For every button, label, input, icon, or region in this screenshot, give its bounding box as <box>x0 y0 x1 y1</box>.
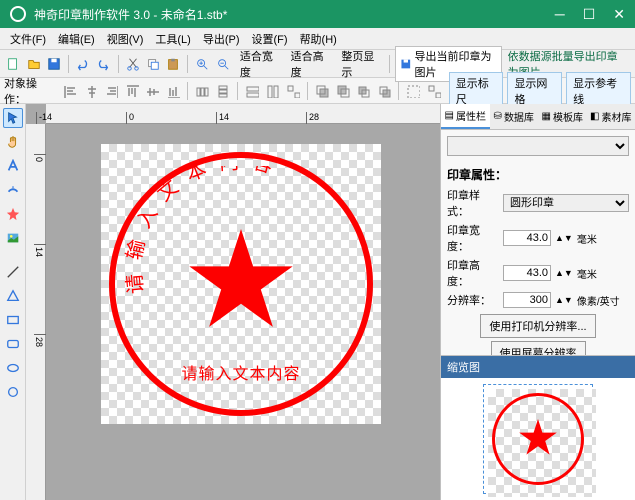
redo-button[interactable] <box>94 53 112 75</box>
rounded-rect-tool[interactable] <box>3 334 23 354</box>
cut-button[interactable] <box>123 53 141 75</box>
style-label: 印章样式： <box>447 187 499 219</box>
pointer-tool[interactable] <box>3 108 23 128</box>
maximize-button[interactable]: ☐ <box>583 6 596 23</box>
new-button[interactable] <box>4 53 22 75</box>
ungroup-icon[interactable] <box>424 81 442 101</box>
window-title: 神奇印章制作软件 3.0 - 未命名1.stb* <box>34 6 555 23</box>
align-bottom-icon[interactable] <box>163 81 181 101</box>
save-button[interactable] <box>45 53 63 75</box>
group-icon[interactable] <box>404 81 422 101</box>
bring-forward-icon[interactable] <box>354 81 372 101</box>
width-label: 印章宽度： <box>447 222 499 254</box>
line-tool[interactable] <box>3 262 23 282</box>
fit-page-button[interactable]: 整页显示 <box>335 46 384 82</box>
zoom-out-button[interactable] <box>214 53 232 75</box>
distribute-h-icon[interactable] <box>193 81 211 101</box>
printer-dpi-button[interactable]: 使用打印机分辨率... <box>480 314 595 338</box>
send-back-icon[interactable] <box>333 81 351 101</box>
menu-file[interactable]: 文件(F) <box>4 29 52 49</box>
seal-canvas[interactable]: 请输入文本内容 请输入文本内容 <box>101 144 381 424</box>
height-input[interactable] <box>503 265 551 281</box>
seal-bottom-text[interactable]: 请输入文本内容 <box>109 360 373 384</box>
side-toolbar: A <box>0 104 26 500</box>
triangle-tool[interactable] <box>3 286 23 306</box>
menu-view[interactable]: 视图(V) <box>101 29 150 49</box>
image-tool[interactable] <box>3 228 23 248</box>
tab-materials[interactable]: ◧ 素材库 <box>587 104 635 129</box>
svg-text:A: A <box>11 186 15 192</box>
ruler-horizontal: -14 0 14 28 <box>46 104 440 124</box>
arc-text-tool[interactable]: A <box>3 180 23 200</box>
dpi-input[interactable] <box>503 292 551 308</box>
ellipse-tool[interactable] <box>3 358 23 378</box>
ruler-vertical: 0 14 28 <box>26 124 46 500</box>
menu-edit[interactable]: 编辑(E) <box>52 29 101 49</box>
fit-height-button[interactable]: 适合高度 <box>285 46 334 82</box>
align-center-h-icon[interactable] <box>81 81 99 101</box>
minimize-button[interactable]: ─ <box>555 6 565 23</box>
props-section-title: 印章属性： <box>447 166 629 183</box>
align-right-icon[interactable] <box>102 81 120 101</box>
copy-button[interactable] <box>144 53 162 75</box>
width-input[interactable] <box>503 230 551 246</box>
tab-properties[interactable]: ▤ 属性栏 <box>441 104 490 129</box>
rect-tool[interactable] <box>3 310 23 330</box>
object-ops-label: 对象操作： <box>4 75 55 107</box>
align-top-icon[interactable] <box>122 81 140 101</box>
properties-panel: ▤ 属性栏 ⛁ 数据库 ▦ 模板库 ◧ 素材库 印章属性： 印章样式： 圆形印章… <box>440 104 635 500</box>
star-tool[interactable] <box>3 204 23 224</box>
screen-dpi-button[interactable]: 使用屏幕分辨率 <box>491 341 586 355</box>
tab-templates[interactable]: ▦ 模板库 <box>538 104 587 129</box>
same-size-icon[interactable] <box>284 81 302 101</box>
send-backward-icon[interactable] <box>374 81 392 101</box>
object-selector[interactable] <box>447 136 629 156</box>
hand-tool[interactable] <box>3 132 23 152</box>
height-label: 印章高度： <box>447 257 499 289</box>
zoom-in-button[interactable] <box>193 53 211 75</box>
style-select[interactable]: 圆形印章 <box>503 194 629 212</box>
bring-front-icon[interactable] <box>313 81 331 101</box>
app-icon <box>10 6 26 22</box>
object-toolbar: 对象操作： 显示标尺 显示网格 显示参考线 <box>0 78 635 104</box>
dpi-label: 分辨率： <box>447 292 499 308</box>
fit-width-button[interactable]: 适合宽度 <box>234 46 283 82</box>
preview-thumbnail <box>483 384 593 494</box>
text-tool[interactable] <box>3 156 23 176</box>
circle-tool[interactable] <box>3 382 23 402</box>
align-middle-icon[interactable] <box>143 81 161 101</box>
titlebar: 神奇印章制作软件 3.0 - 未命名1.stb* ─ ☐ ✕ <box>0 0 635 28</box>
paste-button[interactable] <box>164 53 182 75</box>
align-left-icon[interactable] <box>61 81 79 101</box>
undo-button[interactable] <box>74 53 92 75</box>
seal-star[interactable] <box>186 224 296 334</box>
canvas-area[interactable]: -14 0 14 28 0 14 28 请输入文本内容 请输入文本内容 <box>26 104 440 500</box>
tab-database[interactable]: ⛁ 数据库 <box>490 104 539 129</box>
open-button[interactable] <box>24 53 42 75</box>
same-width-icon[interactable] <box>243 81 261 101</box>
preview-title: 缩览图 <box>441 356 635 378</box>
close-button[interactable]: ✕ <box>613 6 625 23</box>
menu-tools[interactable]: 工具(L) <box>149 29 196 49</box>
distribute-v-icon[interactable] <box>213 81 231 101</box>
preview-panel: 缩览图 <box>441 355 635 500</box>
same-height-icon[interactable] <box>263 81 281 101</box>
